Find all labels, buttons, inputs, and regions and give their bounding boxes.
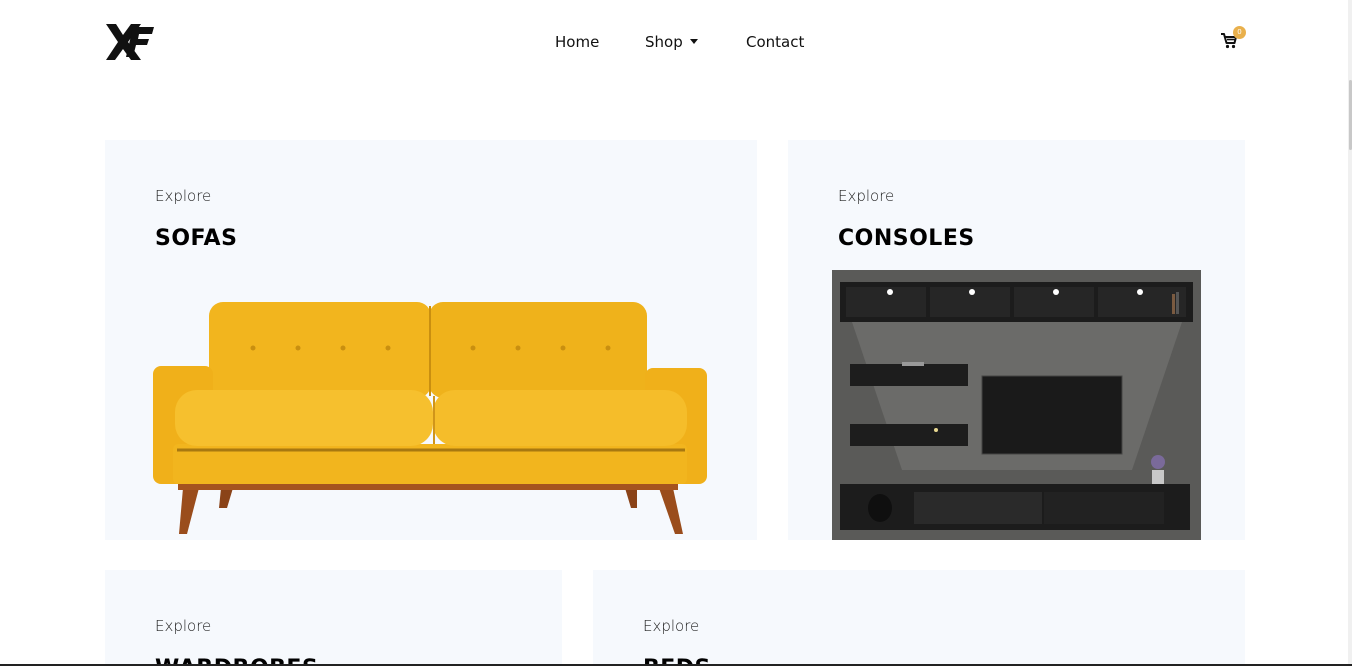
nav-home-link[interactable]: Home bbox=[555, 30, 599, 54]
chevron-down-icon bbox=[689, 39, 698, 44]
nav-shop-dropdown[interactable]: Shop bbox=[645, 30, 698, 54]
site-header: Home Shop Contact 0 bbox=[0, 0, 1352, 84]
explore-label: Explore bbox=[643, 617, 700, 635]
explore-label: Explore bbox=[155, 187, 212, 205]
explore-label: Explore bbox=[155, 617, 212, 635]
nav-contact-link[interactable]: Contact bbox=[746, 30, 804, 54]
category-card-beds[interactable]: Explore BEDS bbox=[593, 570, 1245, 666]
explore-label: Explore bbox=[838, 187, 895, 205]
console-image bbox=[832, 270, 1201, 540]
category-card-consoles[interactable]: Explore CONSOLES bbox=[788, 140, 1245, 540]
sofa-image bbox=[153, 302, 707, 534]
nav-shop-label: Shop bbox=[645, 33, 683, 51]
main-nav: Home Shop Contact bbox=[0, 30, 1352, 54]
category-title: SOFAS bbox=[155, 226, 238, 251]
category-card-wardrobes[interactable]: Explore WARDROBES bbox=[105, 570, 562, 666]
category-card-sofas[interactable]: Explore SOFAS bbox=[105, 140, 757, 540]
cart-count-badge: 0 bbox=[1233, 26, 1246, 39]
category-title: CONSOLES bbox=[838, 226, 975, 251]
